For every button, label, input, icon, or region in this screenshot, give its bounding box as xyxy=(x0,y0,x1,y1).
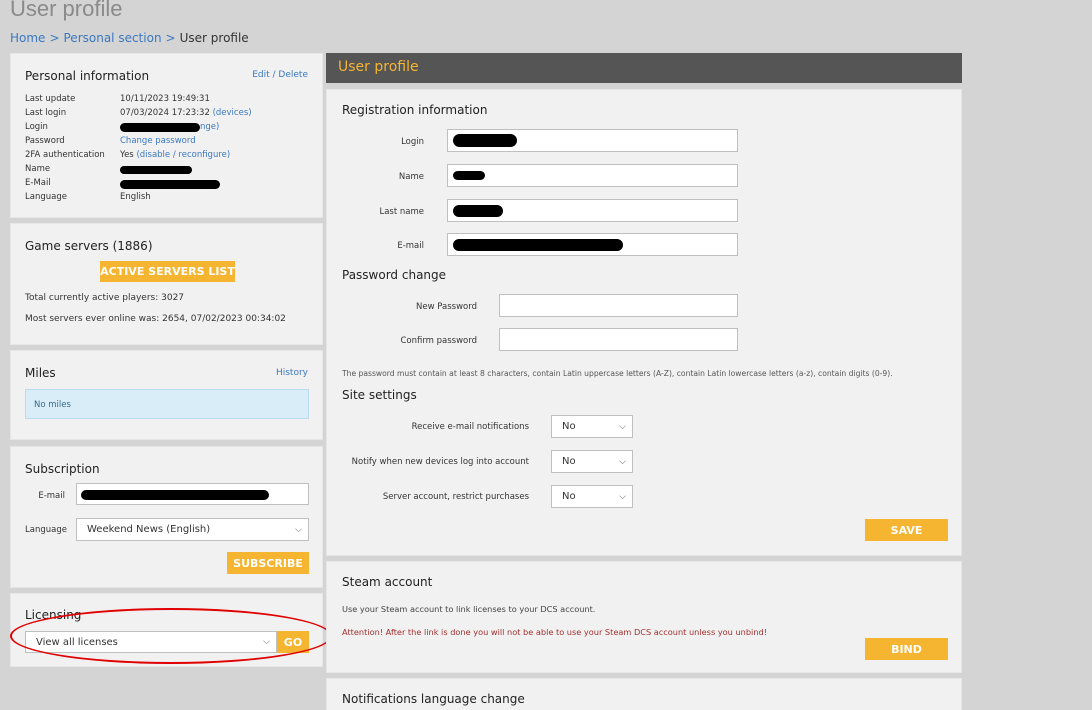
edit-delete-link[interactable]: Edit / Delete xyxy=(252,70,308,80)
restrict-purchases-label: Server account, restrict purchases xyxy=(382,492,529,502)
confirm-password-input[interactable] xyxy=(499,328,738,351)
pi-row-password: Password Change password xyxy=(25,136,196,148)
redacted-name-value xyxy=(453,171,485,180)
subscribe-button[interactable]: SUBSCRIBE xyxy=(227,552,309,574)
miles-panel: Miles History No miles xyxy=(10,350,323,440)
change-login-link[interactable]: nge) xyxy=(200,122,219,134)
steam-description: Use your Steam account to link licenses … xyxy=(342,604,596,614)
device-notifications-select[interactable]: No ⌵ xyxy=(551,450,633,473)
personal-info-panel: Personal information Edit / Delete Last … xyxy=(10,53,323,218)
email-input[interactable] xyxy=(447,233,738,256)
name-label: Name xyxy=(398,172,424,182)
last-name-input[interactable] xyxy=(447,199,738,222)
2fa-link[interactable]: (disable / reconfigure) xyxy=(136,150,230,162)
restrict-purchases-select[interactable]: No ⌵ xyxy=(551,485,633,508)
go-button[interactable]: GO xyxy=(277,631,309,653)
page-title: User profile xyxy=(10,0,123,21)
breadcrumb: Home > Personal section > User profile xyxy=(10,31,249,45)
miles-history-link[interactable]: History xyxy=(276,368,308,378)
change-password-link[interactable]: Change password xyxy=(120,136,196,148)
subscription-language-select[interactable]: Weekend News (English) ⌵ xyxy=(76,518,309,541)
redacted-login-value xyxy=(453,134,517,147)
device-notifications-label: Notify when new devices log into account xyxy=(351,457,529,467)
steam-account-panel: Steam account Use your Steam account to … xyxy=(326,561,962,673)
pi-row-last-update: Last update 10/11/2023 19:49:31 xyxy=(25,94,210,104)
breadcrumb-current: User profile xyxy=(179,31,249,45)
devices-link[interactable]: (devices) xyxy=(213,108,252,120)
user-profile-header: User profile xyxy=(326,53,962,83)
redacted-subscription-email xyxy=(81,490,269,500)
login-input[interactable] xyxy=(447,129,738,152)
subscription-language-label: Language xyxy=(25,525,67,535)
miles-title: Miles xyxy=(25,366,56,380)
confirm-password-label: Confirm password xyxy=(400,336,477,346)
notifications-language-panel: Notifications language change xyxy=(326,678,962,710)
user-profile-panel: Registration information Login Name Last… xyxy=(326,89,962,556)
active-servers-button[interactable]: ACTIVE SERVERS LIST xyxy=(100,261,235,282)
licensing-title: Licensing xyxy=(25,608,82,622)
steam-warning: Attention! After the link is done you wi… xyxy=(342,627,767,637)
no-miles-box: No miles xyxy=(25,389,309,419)
servers-record-text: Most servers ever online was: 2654, 07/0… xyxy=(25,314,286,324)
pi-row-language: Language English xyxy=(25,192,151,202)
pi-row-name: Name xyxy=(25,164,192,176)
redacted-email xyxy=(120,180,220,189)
game-servers-title: Game servers (1886) xyxy=(25,239,153,253)
email-notifications-select[interactable]: No ⌵ xyxy=(551,415,633,438)
personal-info-title: Personal information xyxy=(25,69,150,83)
subscription-email-label: E-mail xyxy=(38,491,65,501)
subscription-title: Subscription xyxy=(25,462,100,476)
breadcrumb-personal-section[interactable]: Personal section xyxy=(64,31,162,45)
breadcrumb-home[interactable]: Home xyxy=(10,31,45,45)
notifications-language-title: Notifications language change xyxy=(342,692,525,706)
new-password-label: New Password xyxy=(416,302,477,312)
redacted-email-value xyxy=(453,239,623,251)
licenses-select[interactable]: View all licenses ⌵ xyxy=(25,631,277,653)
steam-account-title: Steam account xyxy=(342,575,433,589)
chevron-down-icon: ⌵ xyxy=(619,491,626,502)
save-button[interactable]: SAVE xyxy=(865,519,948,541)
password-hint: The password must contain at least 8 cha… xyxy=(342,369,893,378)
licensing-panel: Licensing View all licenses ⌵ GO xyxy=(10,593,323,667)
game-servers-panel: Game servers (1886) ACTIVE SERVERS LIST … xyxy=(10,223,323,345)
chevron-down-icon: ⌵ xyxy=(263,637,270,647)
new-password-input[interactable] xyxy=(499,294,738,317)
registration-title: Registration information xyxy=(342,103,488,117)
login-label: Login xyxy=(401,137,424,147)
subscription-panel: Subscription E-mail Language Weekend New… xyxy=(10,446,323,588)
chevron-down-icon: ⌵ xyxy=(295,524,302,535)
chevron-down-icon: ⌵ xyxy=(619,421,626,432)
pi-row-last-login: Last login 07/03/2024 17:23:32 (devices) xyxy=(25,108,252,120)
email-notifications-label: Receive e-mail notifications xyxy=(411,422,529,432)
pi-row-email: E-Mail xyxy=(25,178,220,190)
redacted-last-name-value xyxy=(453,205,503,217)
pi-row-login: Login nge) xyxy=(25,122,220,134)
password-change-title: Password change xyxy=(342,268,447,282)
last-name-label: Last name xyxy=(379,207,424,217)
redacted-name xyxy=(120,166,192,174)
subscription-email-input[interactable] xyxy=(76,483,309,505)
bind-button[interactable]: BIND xyxy=(865,638,948,660)
redacted-login xyxy=(120,123,200,132)
active-players-text: Total currently active players: 3027 xyxy=(25,293,185,303)
pi-row-2fa: 2FA authentication Yes (disable / reconf… xyxy=(25,150,231,162)
site-settings-title: Site settings xyxy=(342,388,417,402)
email-label: E-mail xyxy=(397,241,424,251)
name-input[interactable] xyxy=(447,164,738,187)
chevron-down-icon: ⌵ xyxy=(619,456,626,467)
